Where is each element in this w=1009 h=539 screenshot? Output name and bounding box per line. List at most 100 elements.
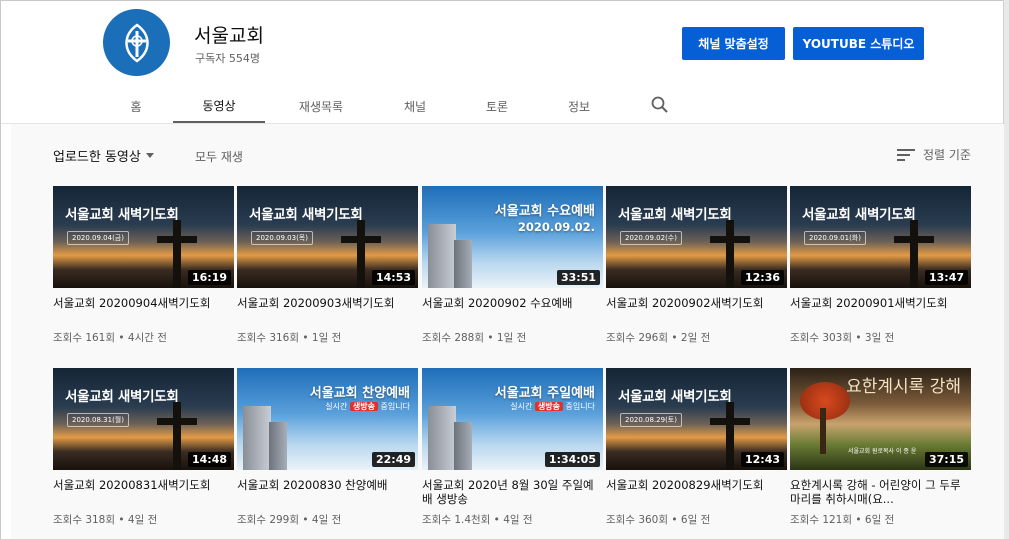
live-banner-pre: 실시간 [325, 402, 348, 411]
video-title[interactable]: 서울교회 20200904새벽기도회 [53, 296, 234, 324]
video-title[interactable]: 서울교회 20200903새벽기도회 [237, 296, 418, 324]
thumbnail-title: 서울교회 수요예배 [494, 204, 595, 219]
video-card[interactable]: 서울교회 찬양예배 실시간 생방송 중입니다 22:49 서울교회 20200830 … [237, 368, 418, 527]
church-building-image [269, 422, 287, 470]
cross-arm [710, 236, 750, 243]
video-card[interactable]: 서울교회 새벽기도회 2020.09.04(금) 16:19 서울교회 2020090… [53, 186, 234, 345]
live-banner-pre: 실시간 [510, 402, 533, 411]
video-card[interactable]: 서울교회 주일예배 실시간 생방송 중입니다 1:34:05 서울교회 2020년 8… [422, 368, 603, 527]
duration-badge: 12:36 [740, 270, 784, 285]
video-title[interactable]: 서울교회 20200902새벽기도회 [606, 296, 787, 324]
duration-badge: 33:51 [556, 270, 600, 285]
thumbnail-date: 2020.09.02(수) [620, 231, 682, 245]
cross-arm [710, 418, 750, 425]
video-card[interactable]: 요한계시록 강해서울교회 원로목사 이 종 윤 37:15 요한계시록 강해 - 어… [790, 368, 971, 527]
video-thumbnail[interactable]: 요한계시록 강해서울교회 원로목사 이 종 윤 37:15 [790, 368, 971, 470]
tab-home[interactable]: 홈 [111, 89, 161, 123]
customize-channel-button[interactable]: 채널 맞춤설정 [682, 27, 785, 60]
thumbnail-subtitle: 서울교회 원로목사 이 종 윤 [848, 448, 917, 455]
duration-badge: 13:47 [924, 270, 968, 285]
sort-button[interactable]: 정렬 기준 [897, 146, 971, 163]
play-all-button[interactable]: 모두 재생 [195, 148, 243, 165]
tab-channels[interactable]: 채널 [387, 89, 443, 123]
video-card[interactable]: 서울교회 수요예배 2020.09.02. 33:51 서울교회 20200902 수… [422, 186, 603, 345]
thumbnail-date: 2020.09.01(화) [804, 231, 866, 245]
video-card[interactable]: 서울교회 새벽기도회 2020.08.31(월) 14:48 서울교회 2020083… [53, 368, 234, 527]
video-title[interactable]: 서울교회 20200902 수요예배 [422, 296, 603, 324]
thumbnail-title: 서울교회 새벽기도회 [65, 389, 179, 405]
channel-avatar[interactable] [103, 9, 170, 76]
video-thumbnail[interactable]: 서울교회 새벽기도회 2020.09.03(목) 14:53 [237, 186, 418, 288]
video-thumbnail[interactable]: 서울교회 수요예배 2020.09.02. 33:51 [422, 186, 603, 288]
live-banner: 실시간 생방송 중입니다 [325, 401, 410, 412]
duration-badge: 16:19 [187, 270, 231, 285]
video-meta: 조회수 288회 • 1일 전 [422, 332, 527, 344]
cross-arm [157, 418, 197, 425]
video-meta: 조회수 121회 • 6일 전 [790, 514, 895, 526]
thumbnail-title: 서울교회 찬양예배 [309, 386, 410, 401]
thumbnail-title: 서울교회 주일예배 [494, 386, 595, 401]
video-title[interactable]: 요한계시록 강해 - 어린양이 그 두루마리를 취하시매(요... [790, 478, 971, 506]
video-card[interactable]: 서울교회 새벽기도회 2020.08.29(토) 12:43 서울교회 2020082… [606, 368, 787, 527]
church-building-image [454, 422, 472, 470]
video-meta: 조회수 161회 • 4시간 전 [53, 332, 167, 344]
video-meta: 조회수 1.4천회 • 4일 전 [422, 514, 533, 526]
video-title[interactable]: 서울교회 2020년 8월 30일 주일예배 생방송 [422, 478, 603, 506]
channel-name: 서울교회 [194, 25, 264, 47]
duration-badge: 12:43 [740, 452, 784, 467]
live-tag: 생방송 [534, 402, 563, 411]
video-meta: 조회수 299회 • 4일 전 [237, 514, 342, 526]
live-banner: 실시간 생방송 중입니다 [510, 401, 595, 412]
tab-about[interactable]: 정보 [551, 89, 607, 123]
cross-arm [157, 236, 197, 243]
video-card[interactable]: 서울교회 새벽기도회 2020.09.02(수) 12:36 서울교회 2020090… [606, 186, 787, 345]
thumbnail-subtitle: 2020.09.02. [517, 220, 595, 234]
duration-badge: 22:49 [371, 452, 415, 467]
video-thumbnail[interactable]: 서울교회 새벽기도회 2020.09.02(수) 12:36 [606, 186, 787, 288]
video-thumbnail[interactable]: 서울교회 새벽기도회 2020.09.04(금) 16:19 [53, 186, 234, 288]
live-banner-post: 중입니다 [565, 402, 595, 411]
thumbnail-date: 2020.09.04(금) [67, 231, 129, 245]
youtube-studio-button[interactable]: YOUTUBE 스튜디오 [793, 27, 924, 60]
thumbnail-title: 요한계시록 강해 [846, 377, 961, 397]
video-title[interactable]: 서울교회 20200830 찬양예배 [237, 478, 418, 506]
search-icon[interactable] [650, 95, 670, 115]
cross-icon [726, 402, 734, 470]
video-meta: 조회수 316회 • 1일 전 [237, 332, 342, 344]
video-thumbnail[interactable]: 서울교회 새벽기도회 2020.08.29(토) 12:43 [606, 368, 787, 470]
tab-discussion[interactable]: 토론 [469, 89, 525, 123]
video-thumbnail[interactable]: 서울교회 새벽기도회 2020.09.01(화) 13:47 [790, 186, 971, 288]
video-thumbnail[interactable]: 서울교회 주일예배 실시간 생방송 중입니다 1:34:05 [422, 368, 603, 470]
thumbnail-date: 2020.08.31(월) [67, 413, 129, 427]
duration-badge: 1:34:05 [544, 452, 600, 467]
church-building-image [243, 406, 271, 470]
thumbnail-title: 서울교회 새벽기도회 [618, 207, 732, 223]
video-title[interactable]: 서울교회 20200831새벽기도회 [53, 478, 234, 506]
church-building-image [428, 224, 456, 288]
cross-arm [894, 236, 934, 243]
video-card[interactable]: 서울교회 새벽기도회 2020.09.03(목) 14:53 서울교회 2020090… [237, 186, 418, 345]
video-card[interactable]: 서울교회 새벽기도회 2020.09.01(화) 13:47 서울교회 2020090… [790, 186, 971, 345]
video-meta: 조회수 296회 • 2일 전 [606, 332, 711, 344]
tab-videos[interactable]: 동영상 [173, 89, 265, 123]
video-thumbnail[interactable]: 서울교회 새벽기도회 2020.08.31(월) 14:48 [53, 368, 234, 470]
caret-down-icon [145, 153, 154, 158]
thumbnail-date: 2020.09.03(목) [251, 231, 313, 245]
church-building-image [454, 240, 472, 288]
duration-badge: 14:53 [371, 270, 415, 285]
video-title[interactable]: 서울교회 20200829새벽기도회 [606, 478, 787, 506]
videos-content: 업로드한 동영상 모두 재생 정렬 기준 서울교회 새벽기도회 2020.09.0… [11, 124, 1004, 539]
video-title[interactable]: 서울교회 20200901새벽기도회 [790, 296, 971, 324]
video-thumbnail[interactable]: 서울교회 찬양예배 실시간 생방송 중입니다 22:49 [237, 368, 418, 470]
cross-icon [357, 220, 365, 288]
tab-playlists[interactable]: 재생목록 [283, 89, 359, 123]
duration-badge: 37:15 [924, 452, 968, 467]
video-meta: 조회수 303회 • 3일 전 [790, 332, 895, 344]
uploads-dropdown[interactable]: 업로드한 동영상 [53, 146, 154, 165]
video-meta: 조회수 360회 • 6일 전 [606, 514, 711, 526]
thumbnail-title: 서울교회 새벽기도회 [65, 207, 179, 223]
thumbnail-date: 2020.08.29(토) [620, 413, 682, 427]
cross-icon [726, 220, 734, 288]
sort-icon [897, 148, 915, 161]
church-logo-icon [124, 22, 149, 63]
